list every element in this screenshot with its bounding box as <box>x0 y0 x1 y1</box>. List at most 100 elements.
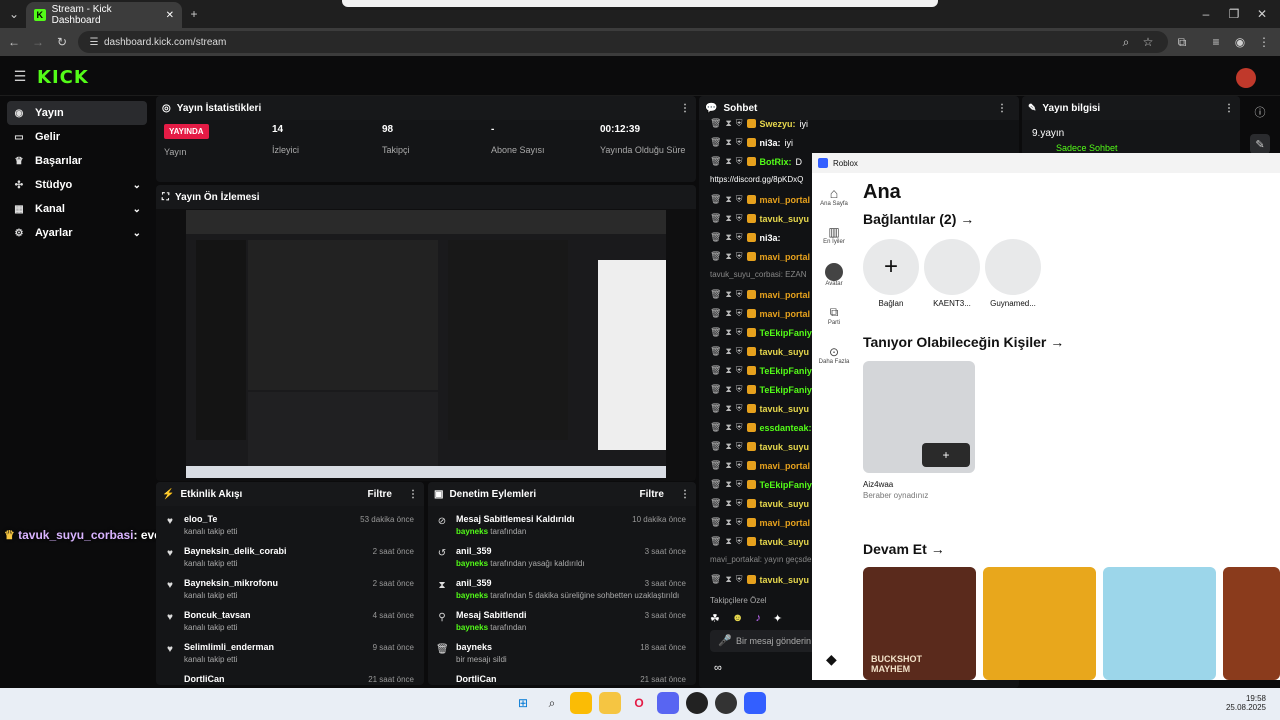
nav-party[interactable]: ⧉ Parti <box>816 305 852 326</box>
trash-icon[interactable]: 🗑 <box>710 213 721 224</box>
trash-icon[interactable]: 🗑 <box>710 422 721 433</box>
trash-icon[interactable]: 🗑 <box>710 289 721 300</box>
avatar[interactable] <box>1236 68 1256 88</box>
chat-username[interactable]: essdanteak: <box>760 423 812 433</box>
chrome-icon[interactable] <box>570 692 592 714</box>
hamburger-icon[interactable]: ☰ <box>10 66 30 86</box>
trash-icon[interactable]: 🗑 <box>710 156 721 167</box>
list-item[interactable]: ♥ Bayneksin_delik_corabi kanalı takip etti… <box>156 544 424 576</box>
timeout-icon[interactable]: ⧗ <box>725 232 731 243</box>
sidebar-item-ayarlar[interactable]: ⚙ Ayarlar ⌄ <box>7 221 147 245</box>
trash-icon[interactable]: 🗑 <box>710 251 721 262</box>
timeout-icon[interactable]: ⧗ <box>725 422 731 433</box>
list-item[interactable]: ♥ Boncuk_tavsan kanalı takip etti 4 saat ön… <box>156 608 424 640</box>
chat-message[interactable]: 🗑 ⧗ ⛨ mavi_portal <box>710 194 814 205</box>
game-tile[interactable]: BUCKSHOT MAYHEM <box>863 567 976 680</box>
chat-settings-icon[interactable]: ∞ <box>714 662 722 674</box>
timeout-icon[interactable]: ⧗ <box>725 517 731 528</box>
address-bar[interactable]: dashboard.kick.com/stream <box>78 31 1168 53</box>
back-icon[interactable]: ← <box>4 32 24 52</box>
list-item[interactable]: ⚲ Mesaj Sabitlendi bayneks tarafından 3 saa… <box>428 608 696 640</box>
chat-username[interactable]: mavi_portal <box>760 461 811 471</box>
preview-video[interactable] <box>186 210 666 478</box>
timeout-icon[interactable]: ⧗ <box>725 308 731 319</box>
extensions-icon[interactable]: ⧉ <box>1172 32 1192 52</box>
list-item[interactable]: DortliCan 21 saat önce <box>156 672 424 685</box>
timeout-icon[interactable]: ⧗ <box>725 479 731 490</box>
chat-message[interactable]: 🗑⧗⛨essdanteak:mo <box>710 422 828 433</box>
chat-username[interactable]: mavi_portal <box>760 252 811 262</box>
roblox-logo-icon[interactable]: ◆ <box>826 651 837 668</box>
trash-icon[interactable]: 🗑 <box>710 574 721 585</box>
emote-bar[interactable]: ☘ ☻ ♪ ✦ <box>710 612 782 625</box>
trash-icon[interactable]: 🗑 <box>710 460 721 471</box>
trash-icon[interactable]: 🗑 <box>710 327 721 338</box>
sidebar-item-gelir[interactable]: ▭ Gelir <box>7 125 147 149</box>
continue-link[interactable]: Devam Et → <box>863 541 945 557</box>
chat-message[interactable]: 🗑 ⧗ ⛨ mavi_portal <box>710 289 814 300</box>
chat-message[interactable]: 🗑 ⧗ ⛨ TeEkipFaniyim <box>710 384 826 395</box>
more-icon[interactable]: ⋮ <box>1224 103 1234 114</box>
discord-icon[interactable] <box>657 692 679 714</box>
sidebar-item-studyo[interactable]: ✣ Stüdyo ⌄ <box>7 173 147 197</box>
chat-username[interactable]: mavi_portal <box>760 518 811 528</box>
timeout-icon[interactable]: ⧗ <box>725 346 731 357</box>
edit-icon[interactable]: ✎ <box>1250 134 1270 154</box>
trash-icon[interactable]: 🗑 <box>710 346 721 357</box>
nav-more[interactable]: ⊙ Daha Fazla <box>816 345 852 365</box>
timeout-icon[interactable]: ⧗ <box>725 118 731 129</box>
more-icon[interactable]: ⋮ <box>680 489 690 500</box>
chat-username[interactable]: tavuk_suyu <box>760 442 810 452</box>
trash-icon[interactable]: 🗑 <box>710 498 721 509</box>
people-you-may-know-link[interactable]: Tanıyor Olabileceğin Kişiler → <box>863 334 1064 350</box>
chat-username[interactable]: tavuk_suyu <box>760 575 810 585</box>
timeout-icon[interactable]: ⧗ <box>725 194 731 205</box>
windows-start-icon[interactable]: ⊞ <box>512 692 534 714</box>
chat-username[interactable]: ni3a: <box>760 233 781 243</box>
chat-message[interactable]: 🗑 ⧗ ⛨ ni3a: <box>710 232 785 243</box>
chat-username[interactable]: mavi_portal <box>760 290 811 300</box>
reload-icon[interactable]: ↻ <box>52 32 72 52</box>
chat-username[interactable]: tavuk_suyu <box>760 404 810 414</box>
zoom-icon[interactable]: ⌕ <box>1116 32 1136 52</box>
more-icon[interactable]: ⋮ <box>997 103 1007 114</box>
trash-icon[interactable]: 🗑 <box>710 536 721 547</box>
filter-button[interactable]: Filtre <box>368 489 392 500</box>
chat-message[interactable]: 🗑 ⧗ ⛨ mavi_portal <box>710 251 814 262</box>
new-tab-icon[interactable]: + <box>184 4 204 24</box>
trash-icon[interactable]: 🗑 <box>710 479 721 490</box>
trash-icon[interactable]: 🗑 <box>710 232 721 243</box>
chat-message[interactable]: 🗑 ⧗ ⛨ mavi_portal <box>710 460 814 471</box>
folder-icon[interactable] <box>599 692 621 714</box>
chat-message[interactable]: 🗑 ⧗ ⛨ tavuk_suyu <box>710 403 813 414</box>
info-icon[interactable]: ⓘ <box>1250 102 1270 122</box>
timeout-icon[interactable]: ⧗ <box>725 137 731 148</box>
chat-username[interactable]: mavi_portal <box>760 309 811 319</box>
trash-icon[interactable]: 🗑 <box>710 137 721 148</box>
game-tile[interactable] <box>983 567 1096 680</box>
game-tile[interactable] <box>1223 567 1280 680</box>
opera-icon[interactable]: O <box>628 692 650 714</box>
media-player-icon[interactable] <box>686 692 708 714</box>
site-info-icon[interactable]: ☰ <box>84 32 104 52</box>
list-item[interactable]: DortliCan 21 saat önce <box>428 672 696 685</box>
chat-message[interactable]: 🗑 ⧗ ⛨ tavuk_suyu <box>710 213 813 224</box>
obs-icon[interactable] <box>715 692 737 714</box>
list-item[interactable]: ↺ anil_359 bayneks tarafından yasağı kaldı… <box>428 544 696 576</box>
timeout-icon[interactable]: ⧗ <box>725 574 731 585</box>
timeout-icon[interactable]: ⧗ <box>725 460 731 471</box>
timeout-icon[interactable]: ⧗ <box>725 536 731 547</box>
kick-logo[interactable]: KICK <box>37 67 89 88</box>
timeout-icon[interactable]: ⧗ <box>725 327 731 338</box>
timeout-icon[interactable]: ⧗ <box>725 365 731 376</box>
chat-message[interactable]: 🗑 ⧗ ⛨ tavuk_suyu <box>710 441 813 452</box>
timeout-icon[interactable]: ⧗ <box>725 384 731 395</box>
chat-message[interactable]: https://discord.gg/8pKDxQ <box>710 175 803 184</box>
browser-tab[interactable]: K Stream - Kick Dashboard ✕ <box>26 2 182 28</box>
nav-home[interactable]: ⌂ Ana Sayfa <box>816 185 852 207</box>
chat-message[interactable]: tavuk_suyu_corbasi: EZAN <box>710 270 807 279</box>
chat-message[interactable]: 🗑 ⧗ ⛨ mavi_portal <box>710 517 814 528</box>
list-item[interactable]: ♥ Selimlimli_enderman kanalı takip etti 9 s… <box>156 640 424 672</box>
timeout-icon[interactable]: ⧗ <box>725 289 731 300</box>
nav-charts[interactable]: ▥ En İyiler <box>816 225 852 245</box>
